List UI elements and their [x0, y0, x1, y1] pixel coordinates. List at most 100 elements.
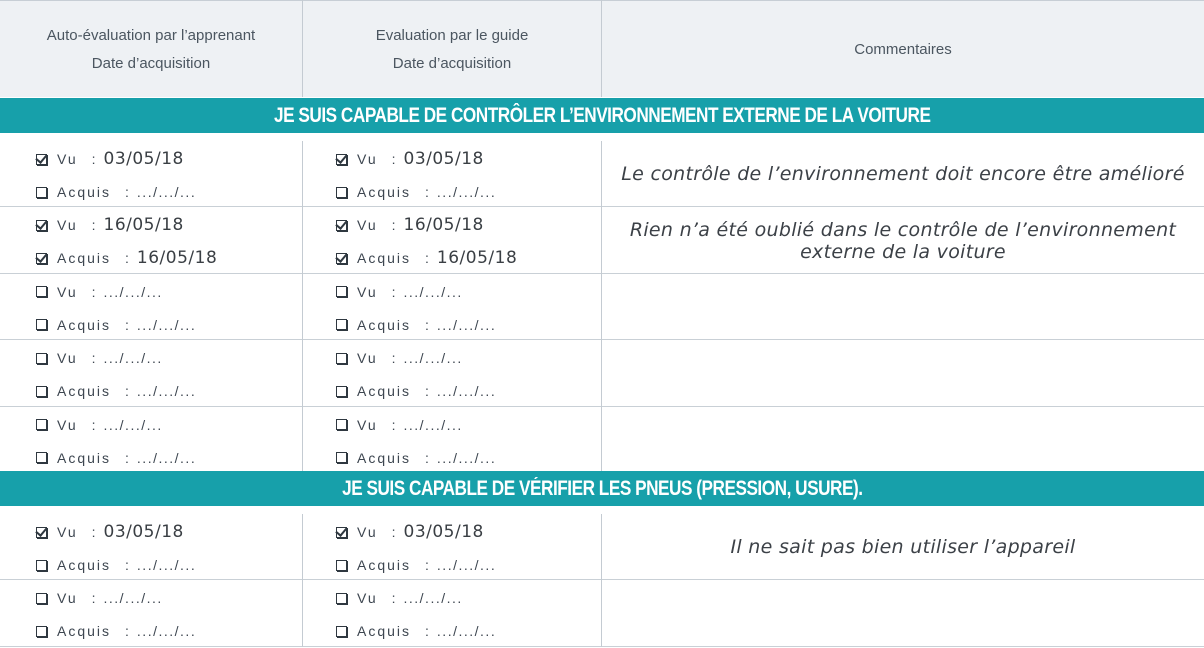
guide-acquis-date: .../.../... — [436, 557, 497, 573]
learner-vu-label: Vu — [57, 217, 78, 234]
comment-line: Il ne sait pas bien utiliser l’appareil — [730, 536, 1076, 558]
guide-vu-checkbox[interactable] — [336, 153, 347, 165]
learner-vu-label: Vu — [57, 524, 78, 540]
guide-vu-line: Vu: .../.../... — [336, 282, 463, 302]
guide-vu-date: .../.../... — [403, 283, 463, 300]
column-divider — [601, 340, 602, 407]
learner-acquis-separator: : — [125, 623, 129, 640]
learner-vu-checkbox[interactable] — [36, 286, 47, 298]
learner-acquis-separator: : — [125, 557, 129, 573]
learner-acquis-checkbox[interactable] — [36, 452, 47, 464]
learner-acquis-label: Acquis — [57, 557, 112, 573]
learner-acquis-date: .../.../... — [136, 383, 197, 400]
guide-acquis-label: Acquis — [357, 557, 412, 573]
guide-vu-checkbox[interactable] — [336, 419, 347, 431]
learner-vu-line: Vu: .../.../... — [36, 588, 163, 608]
guide-vu-separator: : — [391, 590, 396, 607]
learner-vu-checkbox[interactable] — [36, 219, 47, 231]
learner-acquis-checkbox[interactable] — [36, 319, 47, 331]
guide-acquis-separator: : — [425, 449, 429, 466]
learner-vu-checkbox[interactable] — [36, 352, 47, 364]
guide-vu-checkbox[interactable] — [336, 526, 347, 538]
learner-vu-line: Vu: .../.../... — [36, 415, 163, 435]
learner-vu-label: Vu — [57, 151, 78, 167]
guide-acquis-separator: : — [425, 250, 429, 267]
guide-vu-separator: : — [391, 217, 396, 234]
learner-acquis-checkbox[interactable] — [36, 559, 47, 571]
learner-vu-date: .../.../... — [103, 350, 163, 367]
learner-vu-checkbox[interactable] — [36, 153, 47, 165]
guide-acquis-checkbox[interactable] — [336, 385, 347, 397]
learner-vu-date: 16/05/18 — [103, 215, 184, 236]
header-comments-title: Commentaires — [854, 40, 952, 58]
guide-acquis-date: .../.../... — [436, 184, 497, 200]
learner-acquis-label: Acquis — [57, 383, 112, 400]
guide-vu-line: Vu: .../.../... — [336, 348, 463, 368]
header-divider-1 — [302, 0, 303, 97]
learner-vu-line: Vu: .../.../... — [36, 348, 163, 368]
guide-acquis-label: Acquis — [357, 383, 412, 400]
guide-acquis-line: Acquis: .../.../... — [336, 315, 496, 335]
column-divider — [601, 207, 602, 274]
column-divider — [601, 273, 602, 341]
column-divider — [302, 406, 303, 473]
guide-acquis-label: Acquis — [357, 184, 412, 200]
header-guide-subtitle: Date d’acquisition — [392, 54, 512, 72]
guide-vu-date: 03/05/18 — [403, 149, 484, 169]
guide-vu-line: Vu: .../.../... — [336, 415, 463, 435]
learner-acquis-label: Acquis — [57, 623, 112, 640]
guide-vu-date: .../.../... — [403, 590, 463, 607]
learner-vu-date: .../.../... — [103, 416, 163, 433]
guide-vu-checkbox[interactable] — [336, 352, 347, 364]
learner-acquis-date: 16/05/18 — [136, 248, 218, 269]
learner-vu-checkbox[interactable] — [36, 592, 47, 604]
column-divider — [601, 514, 602, 581]
guide-vu-separator: : — [391, 283, 396, 300]
learner-vu-separator: : — [91, 151, 96, 167]
learner-acquis-date: .../.../... — [136, 184, 197, 200]
guide-acquis-checkbox[interactable] — [336, 559, 347, 571]
learner-vu-line: Vu:16/05/18 — [36, 215, 184, 235]
guide-acquis-checkbox[interactable] — [336, 319, 347, 331]
column-divider — [302, 514, 303, 581]
learner-vu-label: Vu — [57, 416, 78, 433]
guide-acquis-checkbox[interactable] — [336, 186, 347, 198]
guide-acquis-checkbox[interactable] — [336, 252, 347, 264]
learner-acquis-checkbox[interactable] — [36, 186, 47, 198]
learner-acquis-checkbox[interactable] — [36, 252, 47, 264]
header-guide-title: Evaluation par le guide — [375, 26, 529, 44]
learner-vu-checkbox[interactable] — [36, 419, 47, 431]
guide-acquis-checkbox[interactable] — [336, 452, 347, 464]
learner-vu-separator: : — [91, 416, 96, 433]
guide-vu-label: Vu — [357, 151, 378, 167]
guide-vu-checkbox[interactable] — [336, 592, 347, 604]
comment-text: Le contrôle de l’environnement doit enco… — [603, 163, 1203, 185]
section-title: JE SUIS CAPABLE DE VÉRIFIER LES PNEUS (P… — [341, 476, 863, 500]
learner-acquis-checkbox[interactable] — [36, 625, 47, 637]
guide-vu-label: Vu — [357, 524, 378, 540]
guide-acquis-line: Acquis:16/05/18 — [336, 248, 517, 268]
learner-vu-date: 03/05/18 — [103, 149, 184, 169]
column-divider — [302, 580, 303, 647]
guide-acquis-checkbox[interactable] — [336, 625, 347, 637]
guide-vu-separator: : — [391, 350, 396, 367]
learner-vu-separator: : — [91, 217, 96, 234]
guide-acquis-separator: : — [425, 623, 429, 640]
guide-vu-separator: : — [391, 524, 396, 540]
guide-vu-separator: : — [391, 151, 396, 167]
learner-acquis-separator: : — [125, 250, 129, 267]
guide-vu-checkbox[interactable] — [336, 219, 347, 231]
guide-acquis-label: Acquis — [357, 316, 412, 333]
guide-acquis-line: Acquis: .../.../... — [336, 381, 496, 401]
learner-vu-date: .../.../... — [103, 283, 163, 300]
header-learner-title: Auto-évaluation par l’apprenant — [46, 26, 256, 44]
section-title-band: JE SUIS CAPABLE DE CONTRÔLER L’ENVIRONNE… — [0, 98, 1204, 133]
learner-acquis-checkbox[interactable] — [36, 385, 47, 397]
learner-vu-checkbox[interactable] — [36, 526, 47, 538]
guide-vu-label: Vu — [357, 283, 378, 300]
column-divider — [302, 207, 303, 274]
column-divider — [601, 580, 602, 647]
learner-acquis-line: Acquis: .../.../... — [36, 448, 196, 468]
learner-vu-label: Vu — [57, 283, 78, 300]
guide-vu-checkbox[interactable] — [336, 286, 347, 298]
